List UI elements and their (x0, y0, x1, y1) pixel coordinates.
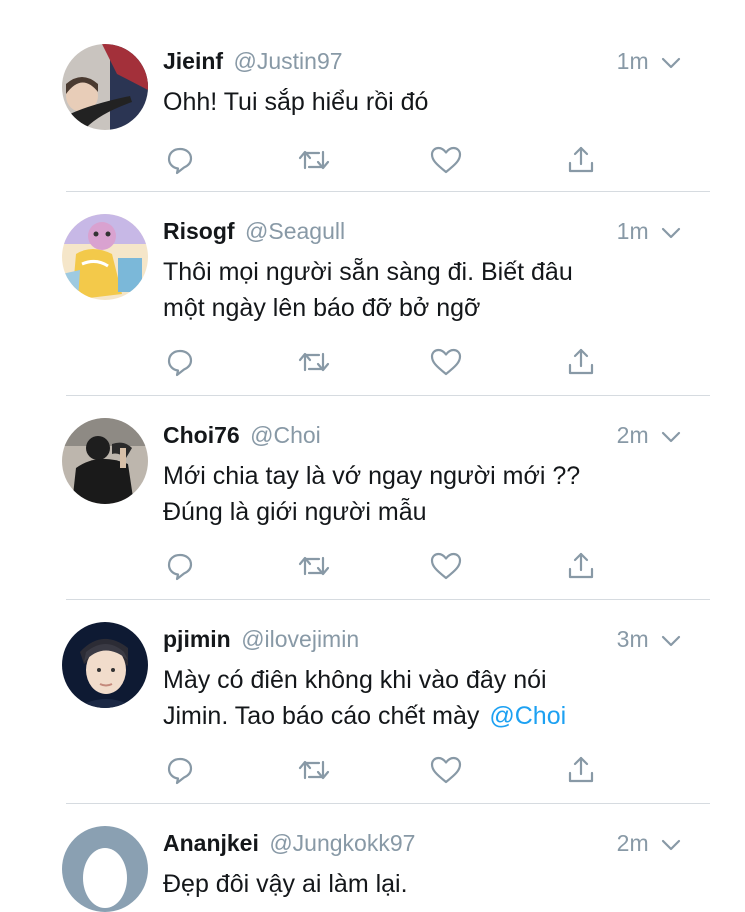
avatar[interactable] (62, 214, 148, 300)
retweet-icon[interactable] (297, 754, 331, 786)
like-icon[interactable] (429, 346, 463, 378)
avatar-image (62, 418, 148, 504)
share-icon[interactable] (564, 754, 598, 786)
tweet-text: Mày có điên không khi vào đây nói Jimin.… (163, 662, 693, 734)
display-name[interactable]: pjimin (163, 626, 231, 652)
tweet-text-line: Mày có điên không khi vào đây nói (163, 666, 547, 694)
share-icon[interactable] (564, 144, 598, 176)
tweet-meta: 2m (617, 826, 681, 860)
timestamp: 1m (616, 218, 649, 244)
tweet-text-line: Jimin. Tao báo cáo chết mày @Choi (163, 698, 693, 734)
avatar-image (62, 44, 148, 130)
retweet-icon[interactable] (297, 346, 331, 378)
tweet-meta: 1m (617, 214, 681, 248)
chevron-down-icon[interactable] (661, 826, 681, 860)
avatar-image (62, 214, 148, 300)
tweet[interactable]: pjimin @ilovejimin 3m Mày có điên không … (0, 622, 745, 804)
user-handle[interactable]: @Justin97 (234, 48, 343, 74)
tweet-text-segment: Jimin. Tao báo cáo chết mày (163, 702, 480, 730)
avatar[interactable] (62, 622, 148, 708)
tweet-meta: 1m (617, 44, 681, 78)
retweet-icon[interactable] (297, 550, 331, 582)
tweet[interactable]: Choi76 @Choi 2m Mới chia tay là vớ ngay … (0, 418, 745, 600)
tweet[interactable]: Ananjkei @Jungkokk97 2m Đẹp đôi vậy ai l… (0, 826, 745, 912)
tweet-feed: Jieinf @Justin97 1m Ohh! Tui sắp hiểu rồ… (0, 0, 745, 912)
like-icon[interactable] (429, 754, 463, 786)
tweet[interactable]: Jieinf @Justin97 1m Ohh! Tui sắp hiểu rồ… (0, 44, 745, 192)
chevron-down-icon[interactable] (661, 214, 681, 248)
like-icon[interactable] (429, 550, 463, 582)
divider (66, 599, 710, 600)
tweet-text-line: Đẹp đôi vậy ai làm lại. (163, 870, 408, 898)
tweet-text: Thôi mọi người sẵn sàng đi. Biết đâu một… (163, 254, 693, 326)
tweet-actions (0, 144, 745, 176)
user-handle[interactable]: @Seagull (245, 218, 345, 244)
tweet-text: Mới chia tay là vớ ngay người mới ?? Đún… (163, 458, 693, 530)
divider (66, 191, 710, 192)
tweet-actions (0, 754, 745, 786)
reply-icon[interactable] (163, 346, 197, 378)
tweet-meta: 2m (617, 418, 681, 452)
chevron-down-icon[interactable] (661, 44, 681, 78)
tweet-text-line: Mới chia tay là vớ ngay người mới ?? (163, 462, 581, 490)
avatar-image (62, 622, 148, 708)
timestamp: 2m (616, 830, 649, 856)
divider (66, 803, 710, 804)
user-handle[interactable]: @ilovejimin (241, 626, 359, 652)
tweet-text-line: một ngày lên báo đỡ bở ngỡ (163, 294, 481, 322)
user-handle[interactable]: @Jungkokk97 (269, 830, 415, 856)
reply-icon[interactable] (163, 754, 197, 786)
tweet-actions (0, 550, 745, 582)
tweet-text-line: Đúng là giới người mẫu (163, 498, 427, 526)
divider (66, 395, 710, 396)
tweet-text: Ohh! Tui sắp hiểu rồi đó (163, 84, 693, 120)
mention-link[interactable]: @Choi (489, 702, 566, 730)
timestamp: 3m (616, 626, 649, 652)
tweet-text-line: Thôi mọi người sẵn sàng đi. Biết đâu (163, 258, 573, 286)
chevron-down-icon[interactable] (661, 418, 681, 452)
chevron-down-icon[interactable] (661, 622, 681, 656)
share-icon[interactable] (564, 346, 598, 378)
reply-icon[interactable] (163, 550, 197, 582)
tweet-text: Đẹp đôi vậy ai làm lại. (163, 866, 693, 902)
share-icon[interactable] (564, 550, 598, 582)
timestamp: 2m (616, 422, 649, 448)
timestamp: 1m (616, 48, 649, 74)
avatar[interactable] (62, 44, 148, 130)
like-icon[interactable] (429, 144, 463, 176)
tweet-meta: 3m (617, 622, 681, 656)
default-avatar-icon (62, 826, 148, 912)
display-name[interactable]: Choi76 (163, 422, 240, 448)
avatar[interactable] (62, 418, 148, 504)
avatar[interactable] (62, 826, 148, 912)
display-name[interactable]: Jieinf (163, 48, 223, 74)
tweet-actions (0, 346, 745, 378)
tweet[interactable]: Risogf @Seagull 1m Thôi mọi người sẵn sà… (0, 214, 745, 396)
tweet-text-line: Ohh! Tui sắp hiểu rồi đó (163, 88, 429, 116)
display-name[interactable]: Risogf (163, 218, 235, 244)
retweet-icon[interactable] (297, 144, 331, 176)
reply-icon[interactable] (163, 144, 197, 176)
display-name[interactable]: Ananjkei (163, 830, 259, 856)
user-handle[interactable]: @Choi (250, 422, 321, 448)
